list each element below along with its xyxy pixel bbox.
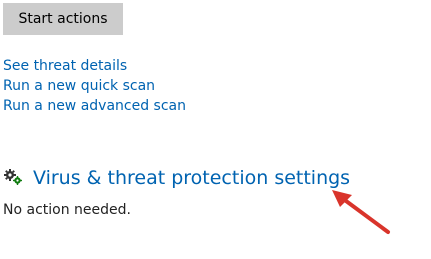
run-advanced-scan-link[interactable]: Run a new advanced scan xyxy=(3,96,186,116)
start-actions-button[interactable]: Start actions xyxy=(3,3,123,35)
settings-gears-icon xyxy=(4,169,22,185)
run-quick-scan-link[interactable]: Run a new quick scan xyxy=(3,76,155,96)
see-threat-details-link[interactable]: See threat details xyxy=(3,56,127,76)
virus-threat-protection-settings-link[interactable]: Virus & threat protection settings xyxy=(33,165,350,191)
annotation-arrow-icon xyxy=(332,190,390,234)
status-text: No action needed. xyxy=(3,202,131,218)
